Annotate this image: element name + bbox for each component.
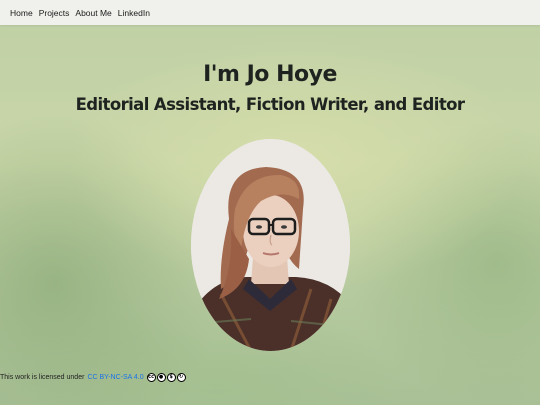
license-footer: This work is licensed under CC BY-NC-SA … bbox=[0, 370, 186, 384]
cc-icon: cc bbox=[146, 372, 156, 382]
hero: I'm Jo Hoye Editorial Assistant, Fiction… bbox=[0, 60, 540, 116]
cc-by-icon: ● bbox=[156, 372, 166, 382]
profile-portrait bbox=[191, 139, 350, 351]
page-subtitle: Editorial Assistant, Fiction Writer, and… bbox=[75, 95, 465, 114]
cc-sa-icon: ↻ bbox=[176, 372, 186, 382]
nav-link-about-me[interactable]: About Me bbox=[75, 8, 111, 18]
cc-nc-icon: $ bbox=[166, 372, 176, 382]
nav-link-linkedin[interactable]: LinkedIn bbox=[118, 8, 150, 18]
page-title: I'm Jo Hoye bbox=[203, 62, 337, 87]
navbar: Home Projects About Me LinkedIn bbox=[0, 0, 540, 25]
cc-icons: cc ● $ ↻ bbox=[146, 372, 186, 382]
license-link[interactable]: CC BY-NC-SA 4.0 bbox=[87, 374, 143, 381]
license-text: This work is licensed under bbox=[0, 373, 85, 381]
nav-link-home[interactable]: Home bbox=[10, 8, 33, 18]
nav-link-projects[interactable]: Projects bbox=[39, 8, 70, 18]
